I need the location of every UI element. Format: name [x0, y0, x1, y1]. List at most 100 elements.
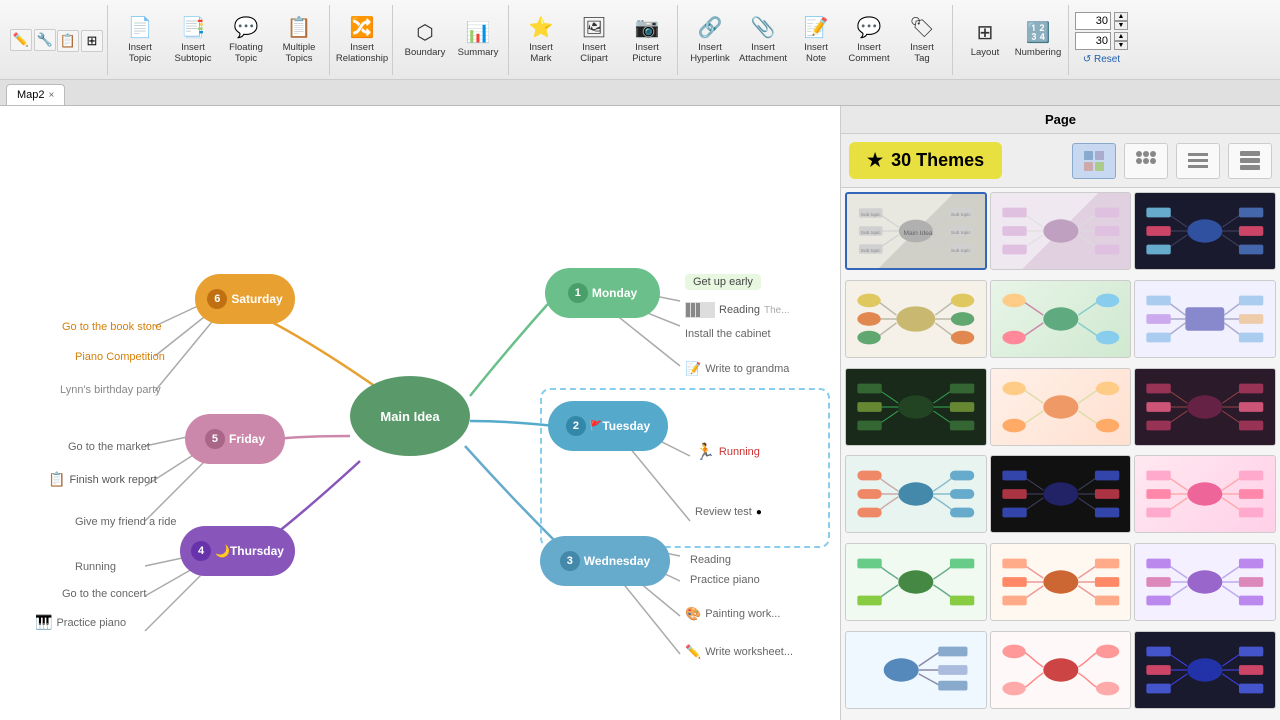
topic-reading-wed: Reading — [690, 554, 731, 566]
theme-thumb-1[interactable]: Main Idea Sub topic Sub topic Sub topic … — [845, 192, 987, 270]
main-idea-node[interactable]: Main Idea — [350, 376, 470, 456]
friday-label: Friday — [229, 432, 265, 446]
layout-button[interactable]: ⊞ Layout — [959, 9, 1011, 71]
theme-8-preview — [991, 369, 1131, 445]
boundary-button[interactable]: ⬡ Boundary — [399, 9, 451, 71]
insert-topic-button[interactable]: 📄 InsertTopic — [114, 9, 166, 71]
saturday-label: Saturday — [231, 292, 282, 306]
panel-layout-btn-4[interactable] — [1228, 143, 1272, 179]
comment-button[interactable]: 💬 InsertComment — [843, 9, 895, 71]
theme-5-preview — [991, 281, 1131, 357]
note-button[interactable]: 📝 InsertNote — [790, 9, 842, 71]
wednesday-node[interactable]: 3 Wednesday — [540, 536, 670, 586]
num-up-1[interactable]: ▲ — [1114, 12, 1128, 21]
theme-12-preview — [1135, 456, 1275, 532]
tuesday-label: Tuesday — [602, 419, 650, 433]
insert-clipart-button[interactable]: 🖼 InsertClipart — [568, 9, 620, 71]
insert-picture-button[interactable]: 📷 InsertPicture — [621, 9, 673, 71]
num-input-2[interactable] — [1075, 32, 1111, 50]
saturday-node[interactable]: 6 Saturday — [195, 274, 295, 324]
quick-icon-4[interactable]: ⊞ — [81, 30, 103, 52]
summary-button[interactable]: 📊 Summary — [452, 9, 504, 71]
theme-16-preview — [846, 632, 986, 708]
hyperlink-icon: 🔗 — [698, 15, 723, 40]
theme-thumb-13[interactable] — [845, 543, 987, 621]
theme-thumb-7[interactable] — [845, 368, 987, 446]
theme-thumb-9[interactable] — [1134, 368, 1276, 446]
topic-bookstore: Go to the book store — [62, 321, 162, 333]
theme-thumb-12[interactable] — [1134, 455, 1276, 533]
reading-bars-icon — [685, 302, 715, 318]
svg-text:Sub topic: Sub topic — [951, 230, 971, 236]
write-icon: 📝 — [685, 361, 701, 377]
theme-thumb-5[interactable] — [990, 280, 1132, 358]
floating-topic-button[interactable]: 💬 FloatingTopic — [220, 9, 272, 71]
topic-finish-work[interactable]: 📋 Finish work report — [48, 471, 157, 488]
tab-close-button[interactable]: × — [49, 90, 55, 101]
topic-birthday: Lynn's birthday party — [60, 384, 161, 396]
topic-practice-piano-thu: 🎹 Practice piano — [35, 614, 126, 631]
theme-thumb-16[interactable] — [845, 631, 987, 709]
insert-subtopic-button[interactable]: 📑 InsertSubtopic — [167, 9, 219, 71]
theme-thumb-6[interactable] — [1134, 280, 1276, 358]
clipart-icon: 🖼 — [581, 15, 606, 40]
theme-thumb-8[interactable] — [990, 368, 1132, 446]
boundary-label: Boundary — [405, 47, 446, 58]
friday-num: 5 — [205, 429, 225, 449]
insert-relationship-button[interactable]: 🔀 InsertRelationship — [336, 9, 388, 71]
theme-thumb-15[interactable] — [1134, 543, 1276, 621]
theme-thumb-18[interactable] — [1134, 631, 1276, 709]
theme-thumb-2[interactable] — [990, 192, 1132, 270]
topic-painting: 🎨 Painting work... — [685, 606, 780, 622]
multiple-topics-button[interactable]: 📋 MultipleTopics — [273, 9, 325, 71]
wednesday-num: 3 — [560, 551, 580, 571]
review-test-label: Review test — [695, 506, 752, 518]
tag-label: InsertTag — [910, 42, 934, 65]
numbering-icon: 🔢 — [1026, 20, 1051, 45]
main-idea-label: Main Idea — [380, 409, 439, 424]
insert-mark-button[interactable]: ⭐ InsertMark — [515, 9, 567, 71]
numbering-area: ▲ ▼ ▲ ▼ ↺ Reset — [1071, 12, 1132, 67]
svg-text:Sub topic: Sub topic — [951, 248, 971, 254]
monday-label: Monday — [592, 286, 637, 300]
tag-button[interactable]: 🏷 InsertTag — [896, 9, 948, 71]
panel-layout-btn-3[interactable] — [1176, 143, 1220, 179]
theme-thumb-4[interactable] — [845, 280, 987, 358]
practice-piano-thu-label: Practice piano — [56, 617, 126, 629]
panel-layout-btn-1[interactable] — [1072, 143, 1116, 179]
panel-layout-btn-2[interactable] — [1124, 143, 1168, 179]
quick-icon-2[interactable]: 🔧 — [34, 29, 56, 51]
map2-tab[interactable]: Map2 × — [6, 84, 65, 105]
num-down-1[interactable]: ▼ — [1114, 21, 1128, 30]
num-input-1[interactable] — [1075, 12, 1111, 30]
quick-icon-3[interactable]: 📋 — [57, 30, 79, 52]
num-down-2[interactable]: ▼ — [1114, 41, 1128, 50]
numbering-button[interactable]: 🔢 Numbering — [1012, 9, 1064, 71]
topic-get-up[interactable]: Get up early — [685, 274, 761, 290]
quick-icon-1[interactable]: ✏️ — [10, 29, 32, 51]
worksheet-label: Write worksheet... — [705, 646, 793, 658]
note-icon: 📝 — [804, 15, 829, 40]
theme-thumb-11[interactable] — [990, 455, 1132, 533]
theme-1-preview: Main Idea Sub topic Sub topic Sub topic … — [847, 194, 985, 268]
main-area: Main Idea 6 Saturday 5 Friday 4 🌙 Thursd… — [0, 106, 1280, 720]
layout-label: Layout — [971, 47, 1000, 58]
theme-thumb-17[interactable] — [990, 631, 1132, 709]
topic-review-test: Review test ● — [695, 506, 762, 518]
reset-button[interactable]: ↺ Reset — [1075, 52, 1128, 67]
mind-map-canvas[interactable]: Main Idea 6 Saturday 5 Friday 4 🌙 Thursd… — [0, 106, 840, 720]
friday-node[interactable]: 5 Friday — [185, 414, 285, 464]
theme-thumb-14[interactable] — [990, 543, 1132, 621]
theme-thumb-10[interactable] — [845, 455, 987, 533]
relationship-group: 🔀 InsertRelationship — [332, 5, 393, 75]
attachment-button[interactable]: 📎 InsertAttachment — [737, 9, 789, 71]
thursday-node[interactable]: 4 🌙 Thursday — [180, 526, 295, 576]
num-up-2[interactable]: ▲ — [1114, 32, 1128, 41]
hyperlink-button[interactable]: 🔗 InsertHyperlink — [684, 9, 736, 71]
themes-button[interactable]: ★ 30 Themes — [849, 142, 1002, 179]
tuesday-node[interactable]: 2 🚩 Tuesday — [548, 401, 668, 451]
theme-thumb-3[interactable] — [1134, 192, 1276, 270]
toolbar: ✏️ 🔧 📋 ⊞ 📄 InsertTopic 📑 InsertSubtopic … — [0, 0, 1280, 80]
themes-grid: Main Idea Sub topic Sub topic Sub topic … — [841, 188, 1280, 720]
monday-node[interactable]: 1 Monday — [545, 268, 660, 318]
